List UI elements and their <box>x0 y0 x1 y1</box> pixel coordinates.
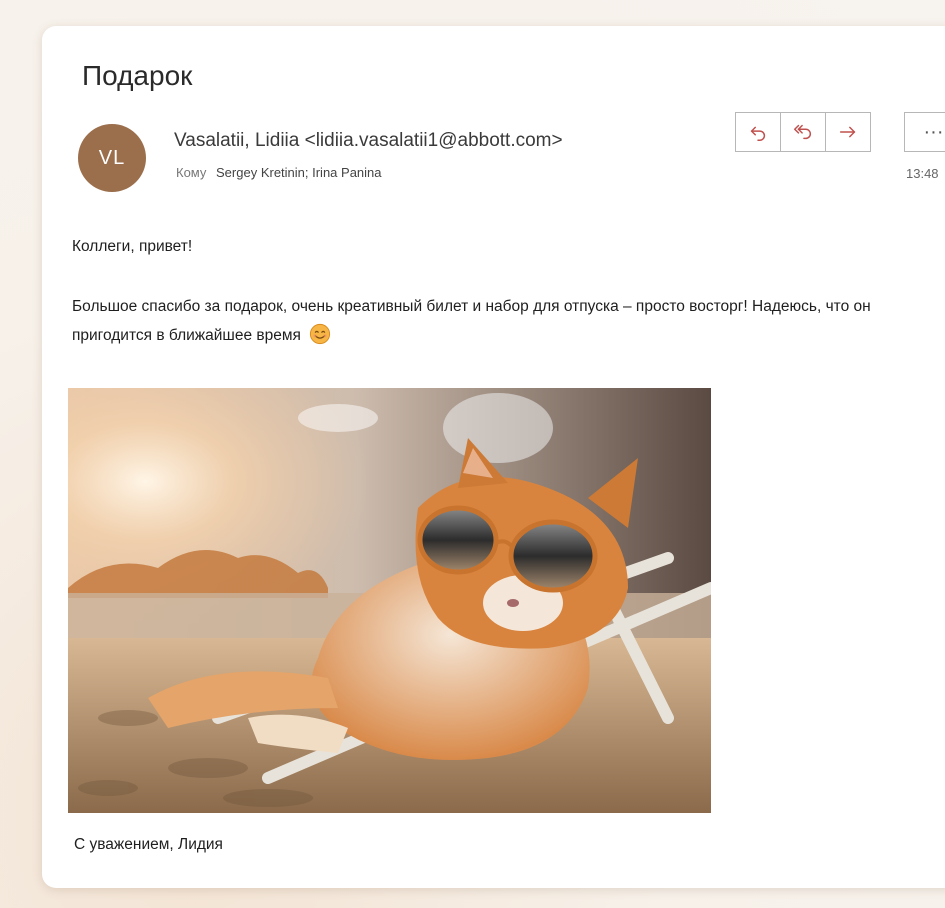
message-body: Большое спасибо за подарок, очень креати… <box>72 292 945 350</box>
greeting-text: Коллеги, привет! <box>72 238 193 255</box>
signature-text: С уважением, Лидия <box>74 836 223 853</box>
reply-all-button[interactable] <box>780 112 826 152</box>
body-text: Большое спасибо за подарок, очень креати… <box>72 298 871 344</box>
reply-icon <box>750 126 766 141</box>
reply-button[interactable] <box>735 112 781 152</box>
avatar[interactable]: VL <box>78 124 146 192</box>
more-actions-button[interactable]: ··· <box>904 112 945 152</box>
sender-name[interactable]: Vasalatii, Lidiia <lidiia.vasalatii1@abb… <box>174 130 563 152</box>
message-actions <box>735 112 871 152</box>
recipients[interactable]: Sergey Kretinin; Irina Panina <box>216 165 381 180</box>
to-label: Кому <box>176 165 207 180</box>
received-time: 13:48 <box>906 166 939 181</box>
photo-illustration <box>68 388 711 813</box>
cat-sunglasses-beach-image[interactable] <box>68 388 711 813</box>
forward-icon <box>839 126 856 138</box>
smiling-face-emoji-icon <box>310 323 331 345</box>
email-reading-pane: Подарок VL Vasalatii, Lidiia <lidiia.vas… <box>42 26 945 888</box>
email-subject: Подарок <box>82 60 193 91</box>
forward-button[interactable] <box>825 112 871 152</box>
reply-all-icon <box>794 124 811 140</box>
recipients-line: Кому Sergey Kretinin; Irina Panina <box>176 165 382 180</box>
